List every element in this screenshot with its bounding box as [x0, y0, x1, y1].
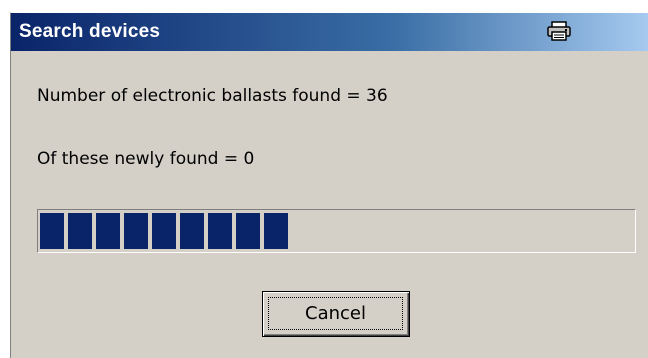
progress-track — [40, 213, 633, 249]
newly-found-label: Of these newly found = 0 — [37, 149, 255, 169]
search-progress-bar — [37, 209, 636, 253]
window-title: Search devices — [19, 21, 161, 42]
progress-fill — [40, 213, 288, 249]
print-icon[interactable] — [547, 21, 571, 41]
ballasts-found-label: Number of electronic ballasts found = 36 — [37, 86, 388, 106]
cancel-button[interactable]: Cancel — [262, 291, 410, 337]
title-bar[interactable]: Search devices — [11, 13, 648, 51]
search-devices-dialog: Search devices Number of electronic ball… — [10, 12, 648, 358]
cancel-button-label: Cancel — [268, 297, 403, 330]
